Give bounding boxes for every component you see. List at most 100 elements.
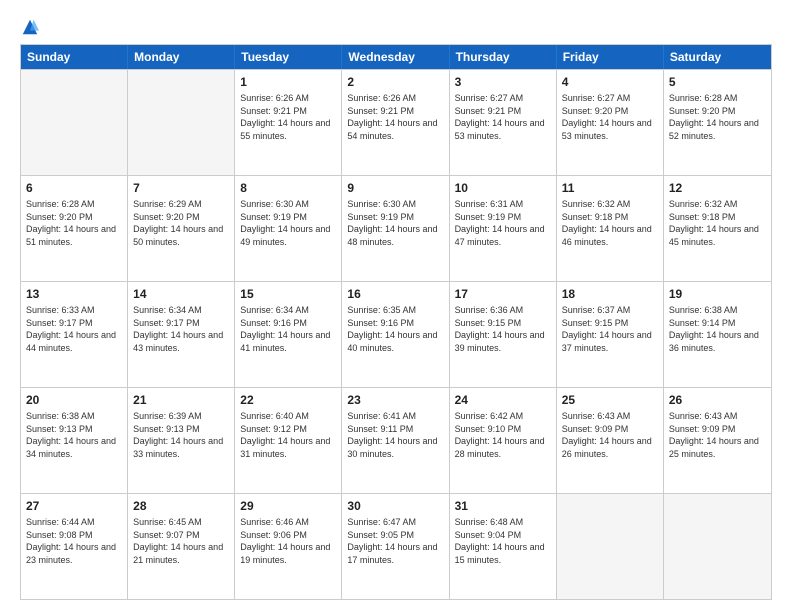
cal-cell: 31 Sunrise: 6:48 AMSunset: 9:04 PMDayligh…: [450, 494, 557, 599]
day-number: 2: [347, 74, 443, 90]
cal-cell: 24 Sunrise: 6:42 AMSunset: 9:10 PMDayligh…: [450, 388, 557, 493]
day-number: 8: [240, 180, 336, 196]
cell-info: Sunrise: 6:28 AMSunset: 9:20 PMDaylight:…: [26, 198, 122, 248]
cal-cell: [664, 494, 771, 599]
cal-cell: 1Sunrise: 6:26 AMSunset: 9:21 PMDaylight…: [235, 70, 342, 175]
cell-info: Sunrise: 6:39 AMSunset: 9:13 PMDaylight:…: [133, 410, 229, 460]
cell-info: Sunrise: 6:40 AMSunset: 9:12 PMDaylight:…: [240, 410, 336, 460]
header-day-friday: Friday: [557, 45, 664, 69]
cell-info: Sunrise: 6:31 AMSunset: 9:19 PMDaylight:…: [455, 198, 551, 248]
day-number: 22: [240, 392, 336, 408]
cell-info: Sunrise: 6:45 AMSunset: 9:07 PMDaylight:…: [133, 516, 229, 566]
week-row-3: 13Sunrise: 6:33 AMSunset: 9:17 PMDayligh…: [21, 281, 771, 387]
cal-cell: [21, 70, 128, 175]
cal-cell: 8 Sunrise: 6:30 AMSunset: 9:19 PMDaylight…: [235, 176, 342, 281]
day-number: 9: [347, 180, 443, 196]
cell-info: Sunrise: 6:27 AMSunset: 9:21 PMDaylight:…: [455, 92, 551, 142]
header-day-thursday: Thursday: [450, 45, 557, 69]
cal-cell: 2 Sunrise: 6:26 AMSunset: 9:21 PMDaylight…: [342, 70, 449, 175]
cell-info: Sunrise: 6:41 AMSunset: 9:11 PMDaylight:…: [347, 410, 443, 460]
cell-info: Sunrise: 6:30 AMSunset: 9:19 PMDaylight:…: [347, 198, 443, 248]
header-day-monday: Monday: [128, 45, 235, 69]
cal-cell: 16 Sunrise: 6:35 AMSunset: 9:16 PMDayligh…: [342, 282, 449, 387]
cal-cell: 14Sunrise: 6:34 AMSunset: 9:17 PMDayligh…: [128, 282, 235, 387]
cal-cell: 18 Sunrise: 6:37 AMSunset: 9:15 PMDayligh…: [557, 282, 664, 387]
cell-info: Sunrise: 6:44 AMSunset: 9:08 PMDaylight:…: [26, 516, 122, 566]
cal-cell: [128, 70, 235, 175]
week-row-2: 6 Sunrise: 6:28 AMSunset: 9:20 PMDaylight…: [21, 175, 771, 281]
cell-info: Sunrise: 6:42 AMSunset: 9:10 PMDaylight:…: [455, 410, 551, 460]
cell-info: Sunrise: 6:33 AMSunset: 9:17 PMDaylight:…: [26, 304, 122, 354]
cell-info: Sunrise: 6:38 AMSunset: 9:14 PMDaylight:…: [669, 304, 766, 354]
cal-cell: 4Sunrise: 6:27 AMSunset: 9:20 PMDaylight…: [557, 70, 664, 175]
cell-info: Sunrise: 6:43 AMSunset: 9:09 PMDaylight:…: [562, 410, 658, 460]
cell-info: Sunrise: 6:46 AMSunset: 9:06 PMDaylight:…: [240, 516, 336, 566]
day-number: 29: [240, 498, 336, 514]
day-number: 12: [669, 180, 766, 196]
header-day-wednesday: Wednesday: [342, 45, 449, 69]
cell-info: Sunrise: 6:30 AMSunset: 9:19 PMDaylight:…: [240, 198, 336, 248]
cal-cell: 22 Sunrise: 6:40 AMSunset: 9:12 PMDayligh…: [235, 388, 342, 493]
day-number: 10: [455, 180, 551, 196]
cell-info: Sunrise: 6:35 AMSunset: 9:16 PMDaylight:…: [347, 304, 443, 354]
cal-cell: 28 Sunrise: 6:45 AMSunset: 9:07 PMDayligh…: [128, 494, 235, 599]
cell-info: Sunrise: 6:32 AMSunset: 9:18 PMDaylight:…: [669, 198, 766, 248]
day-number: 7: [133, 180, 229, 196]
cal-cell: 21 Sunrise: 6:39 AMSunset: 9:13 PMDayligh…: [128, 388, 235, 493]
day-number: 31: [455, 498, 551, 514]
day-number: 16: [347, 286, 443, 302]
day-number: 21: [133, 392, 229, 408]
cell-info: Sunrise: 6:26 AMSunset: 9:21 PMDaylight:…: [347, 92, 443, 142]
header-day-tuesday: Tuesday: [235, 45, 342, 69]
cal-cell: 12 Sunrise: 6:32 AMSunset: 9:18 PMDayligh…: [664, 176, 771, 281]
day-number: 18: [562, 286, 658, 302]
cell-info: Sunrise: 6:43 AMSunset: 9:09 PMDaylight:…: [669, 410, 766, 460]
day-number: 26: [669, 392, 766, 408]
day-number: 5: [669, 74, 766, 90]
cal-cell: [557, 494, 664, 599]
day-number: 15: [240, 286, 336, 302]
cal-cell: 6 Sunrise: 6:28 AMSunset: 9:20 PMDaylight…: [21, 176, 128, 281]
page: SundayMondayTuesdayWednesdayThursdayFrid…: [0, 0, 792, 612]
cell-info: Sunrise: 6:38 AMSunset: 9:13 PMDaylight:…: [26, 410, 122, 460]
week-row-4: 20 Sunrise: 6:38 AMSunset: 9:13 PMDayligh…: [21, 387, 771, 493]
day-number: 30: [347, 498, 443, 514]
cal-cell: 26 Sunrise: 6:43 AMSunset: 9:09 PMDayligh…: [664, 388, 771, 493]
logo: [20, 18, 40, 36]
cal-cell: 15 Sunrise: 6:34 AMSunset: 9:16 PMDayligh…: [235, 282, 342, 387]
day-number: 6: [26, 180, 122, 196]
day-number: 11: [562, 180, 658, 196]
cal-cell: 9 Sunrise: 6:30 AMSunset: 9:19 PMDaylight…: [342, 176, 449, 281]
cell-info: Sunrise: 6:34 AMSunset: 9:16 PMDaylight:…: [240, 304, 336, 354]
day-number: 20: [26, 392, 122, 408]
day-number: 28: [133, 498, 229, 514]
day-number: 27: [26, 498, 122, 514]
day-number: 23: [347, 392, 443, 408]
cal-cell: 5 Sunrise: 6:28 AMSunset: 9:20 PMDaylight…: [664, 70, 771, 175]
cal-cell: 10 Sunrise: 6:31 AMSunset: 9:19 PMDayligh…: [450, 176, 557, 281]
cal-cell: 20 Sunrise: 6:38 AMSunset: 9:13 PMDayligh…: [21, 388, 128, 493]
cal-cell: 29 Sunrise: 6:46 AMSunset: 9:06 PMDayligh…: [235, 494, 342, 599]
header: [20, 18, 772, 36]
cal-cell: 25 Sunrise: 6:43 AMSunset: 9:09 PMDayligh…: [557, 388, 664, 493]
day-number: 3: [455, 74, 551, 90]
logo-icon: [21, 18, 39, 36]
cal-cell: 7Sunrise: 6:29 AMSunset: 9:20 PMDaylight…: [128, 176, 235, 281]
cell-info: Sunrise: 6:47 AMSunset: 9:05 PMDaylight:…: [347, 516, 443, 566]
cell-info: Sunrise: 6:48 AMSunset: 9:04 PMDaylight:…: [455, 516, 551, 566]
day-number: 25: [562, 392, 658, 408]
calendar: SundayMondayTuesdayWednesdayThursdayFrid…: [20, 44, 772, 600]
cal-cell: 11Sunrise: 6:32 AMSunset: 9:18 PMDayligh…: [557, 176, 664, 281]
cell-info: Sunrise: 6:36 AMSunset: 9:15 PMDaylight:…: [455, 304, 551, 354]
cell-info: Sunrise: 6:37 AMSunset: 9:15 PMDaylight:…: [562, 304, 658, 354]
cell-info: Sunrise: 6:28 AMSunset: 9:20 PMDaylight:…: [669, 92, 766, 142]
header-day-sunday: Sunday: [21, 45, 128, 69]
cal-cell: 27 Sunrise: 6:44 AMSunset: 9:08 PMDayligh…: [21, 494, 128, 599]
day-number: 24: [455, 392, 551, 408]
cal-cell: 17Sunrise: 6:36 AMSunset: 9:15 PMDayligh…: [450, 282, 557, 387]
header-day-saturday: Saturday: [664, 45, 771, 69]
cal-cell: 30 Sunrise: 6:47 AMSunset: 9:05 PMDayligh…: [342, 494, 449, 599]
calendar-body: 1Sunrise: 6:26 AMSunset: 9:21 PMDaylight…: [21, 69, 771, 599]
week-row-1: 1Sunrise: 6:26 AMSunset: 9:21 PMDaylight…: [21, 69, 771, 175]
day-number: 14: [133, 286, 229, 302]
